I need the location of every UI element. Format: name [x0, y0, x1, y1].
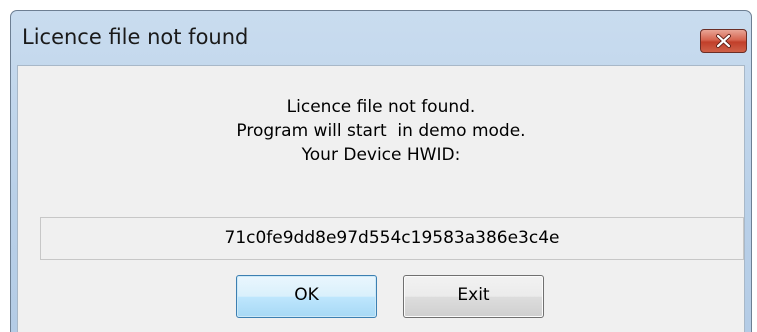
exit-button[interactable]: Exit — [403, 275, 544, 318]
dialog-window: Licence file not found Licence file not … — [10, 10, 752, 332]
screen: Licence file not found Licence file not … — [0, 0, 757, 332]
hwid-value: 71c0fe9dd8e97d554c19583a386e3c4e — [224, 228, 560, 248]
close-button[interactable] — [700, 29, 747, 53]
ok-button[interactable]: OK — [236, 275, 377, 318]
ok-button-label: OK — [294, 285, 319, 305]
exit-button-label: Exit — [457, 285, 490, 305]
close-icon — [716, 34, 731, 48]
message-line-2: Program will start in demo mode. — [236, 121, 526, 141]
hwid-field[interactable]: 71c0fe9dd8e97d554c19583a386e3c4e — [40, 217, 744, 260]
message-text: Licence file not found. Program will sta… — [18, 95, 744, 167]
title-bar[interactable]: Licence file not found — [11, 11, 751, 65]
message-line-1: Licence file not found. — [286, 97, 476, 117]
window-title: Licence file not found — [22, 25, 249, 49]
dialog-body: Licence file not found. Program will sta… — [17, 65, 745, 332]
message-line-3: Your Device HWID: — [301, 145, 461, 165]
